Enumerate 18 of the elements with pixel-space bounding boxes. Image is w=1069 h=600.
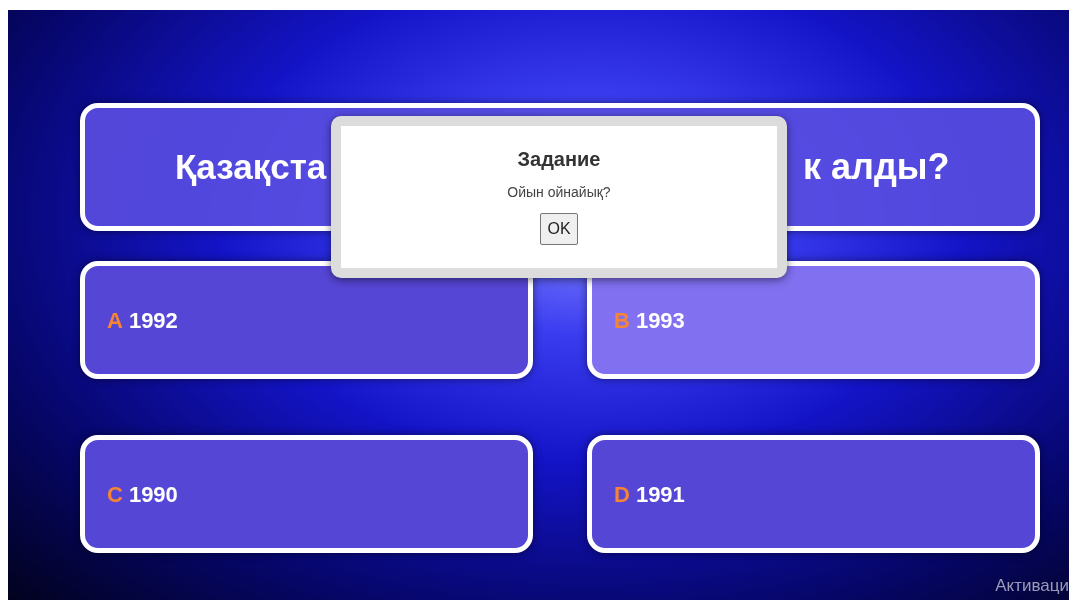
answer-button[interactable]: A 1992 <box>80 261 533 379</box>
dialog-message: Ойын ойнайық? <box>507 183 611 202</box>
answer-letter: A <box>107 306 123 335</box>
answer-text: 1993 <box>635 306 685 335</box>
ok-button[interactable]: OK <box>540 213 578 245</box>
question-text: Қазақста <box>175 145 327 188</box>
answer-button[interactable]: D 1991 <box>587 435 1040 553</box>
answer-text: 1991 <box>635 480 685 509</box>
answer-letter: B <box>614 306 630 335</box>
answer-text: 1990 <box>128 480 178 509</box>
answer-letter: C <box>107 480 123 509</box>
answer-letter: D <box>614 480 630 509</box>
answer-button[interactable]: C 1990 <box>80 435 533 553</box>
activation-notice: Активаци <box>995 574 1069 597</box>
question-text: к алды? <box>803 145 951 189</box>
dialog-title: Задание <box>517 147 601 172</box>
answer-button[interactable]: B 1993 <box>587 261 1040 379</box>
answer-text: 1992 <box>128 306 178 335</box>
